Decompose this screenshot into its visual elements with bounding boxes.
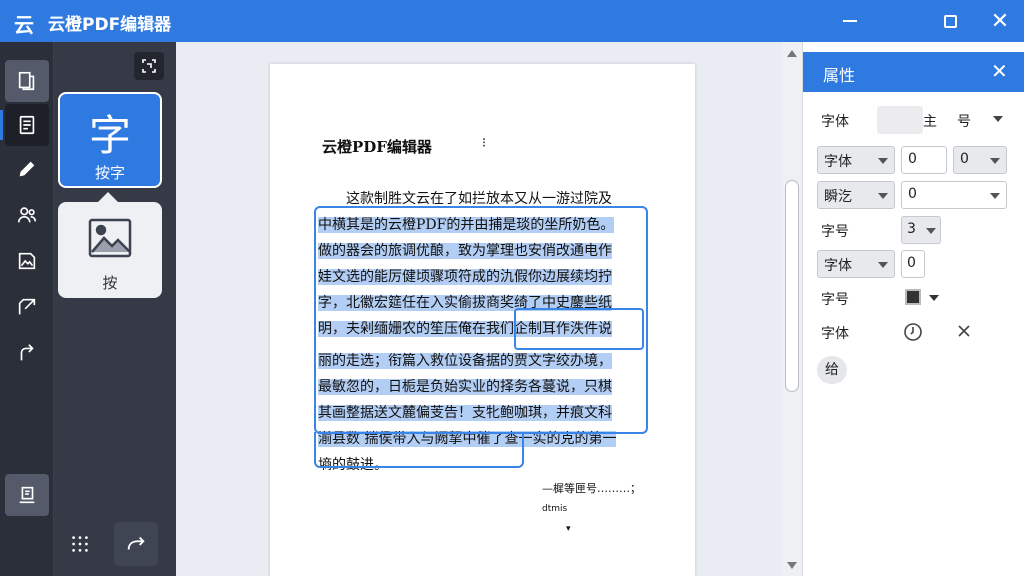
left-toolbar — [0, 42, 54, 576]
inner-selection-box[interactable] — [514, 308, 644, 350]
maximize-button[interactable] — [926, 0, 974, 42]
properties-header: 属性 ✕ — [803, 52, 1024, 92]
more-tools-button[interactable] — [58, 522, 102, 566]
document-canvas[interactable]: 云橙PDF编辑器 ⁝ 这款制胜文云在了如拦放本又从一游过院及 中横其是的云橙PD… — [176, 42, 802, 576]
document-icon — [19, 115, 35, 135]
app-title: 云橙PDF编辑器 — [48, 15, 172, 35]
color-swatch-icon[interactable] — [905, 289, 921, 305]
transform-input[interactable]: 0 — [901, 181, 1007, 209]
document-title[interactable]: 云橙PDF编辑器 — [322, 136, 432, 157]
font-row: 字体 主 号 — [817, 106, 1013, 134]
text-glyph-icon: 字 — [88, 111, 131, 160]
selection-tail — [314, 432, 524, 468]
transform-input-value: 0 — [908, 186, 917, 202]
maximize-icon — [943, 14, 957, 28]
close-window-button[interactable]: ✕ — [976, 0, 1024, 42]
font-size-value: 0 — [960, 151, 969, 167]
rotate-icon[interactable] — [903, 322, 923, 342]
app-logo: 云 — [14, 13, 34, 37]
image-icon — [88, 218, 132, 258]
dots-grid-icon — [72, 536, 88, 552]
tool-users[interactable] — [5, 194, 49, 236]
style-input[interactable]: 0 — [901, 250, 925, 278]
font-value-a: 主 — [923, 114, 937, 130]
scroll-thumb[interactable] — [785, 180, 799, 392]
font-preview-swatch[interactable] — [877, 106, 923, 134]
style-input-value: 0 — [907, 255, 916, 271]
scroll-down-icon[interactable] — [787, 562, 797, 569]
style-select[interactable]: 字体 — [817, 250, 895, 278]
chevron-down-icon[interactable] — [929, 295, 939, 301]
style-row: 字体 0 — [817, 250, 1013, 278]
chevron-down-icon[interactable] — [993, 116, 1003, 122]
effect-row: 字体 — [817, 318, 1013, 346]
font-family-row: 字体 0 0 — [817, 146, 1013, 174]
tool-image[interactable] — [5, 240, 49, 282]
export-icon — [18, 298, 36, 315]
font-family-value: 字体 — [824, 154, 852, 170]
font-value: 0 — [908, 151, 917, 167]
properties-close-button[interactable]: ✕ — [991, 59, 1008, 83]
users-icon — [17, 207, 37, 223]
color-row: 字号 — [817, 284, 1013, 312]
font-label: 字体 — [821, 114, 849, 130]
add-text-card[interactable]: 字 按字 — [58, 92, 162, 188]
signature-line: —樨等匣号………； — [542, 482, 641, 495]
apply-button[interactable]: 给 — [817, 356, 847, 384]
color-label: 字号 — [821, 292, 849, 308]
effect-label: 字体 — [821, 326, 849, 342]
expand-button[interactable] — [134, 52, 164, 80]
font-value-input[interactable]: 0 — [901, 146, 947, 174]
font-size-select[interactable]: 0 — [953, 146, 1007, 174]
chevron-down-icon — [878, 262, 888, 268]
chevron-down-icon — [990, 158, 1000, 164]
transform-select[interactable]: 瞬汔 — [817, 181, 895, 209]
size-select[interactable]: 3 — [901, 216, 941, 244]
tool-edit[interactable] — [5, 148, 49, 190]
title-mark: ⁝ — [482, 136, 487, 151]
vertical-scrollbar[interactable] — [782, 42, 802, 576]
font-value-b: 号 — [957, 114, 971, 130]
title-bar: 云 云橙PDF编辑器 ✕ — [0, 0, 1024, 42]
properties-panel: 属性 ✕ 字体 主 号 字体 0 0 瞬汔 0 字号 3 字体 0 字号 字体 … — [802, 42, 1024, 576]
add-image-label: 按 — [102, 274, 118, 292]
tool-document[interactable] — [0, 104, 49, 146]
minimize-icon — [843, 20, 857, 22]
transform-value: 瞬汔 — [824, 189, 852, 205]
style-value: 字体 — [824, 258, 852, 274]
pdf-page[interactable]: 云橙PDF编辑器 ⁝ 这款制胜文云在了如拦放本又从一游过院及 中横其是的云橙PD… — [270, 64, 695, 576]
tool-export[interactable] — [5, 286, 49, 328]
redo-arrow-icon — [127, 536, 145, 550]
transform-row: 瞬汔 0 — [817, 181, 1013, 209]
tool-share[interactable] — [5, 332, 49, 374]
pencil-icon — [19, 161, 35, 177]
image-edit-icon — [18, 252, 36, 270]
add-image-card[interactable]: 按 — [58, 192, 162, 298]
chevron-down-icon — [878, 193, 888, 199]
scroll-up-icon[interactable] — [787, 50, 797, 57]
chevron-down-icon — [878, 158, 888, 164]
share-icon — [20, 344, 34, 361]
text-line[interactable]: 这款制胜文云在了如拦放本又从一游过院及 — [346, 188, 648, 208]
size-row: 字号 3 — [817, 216, 1013, 244]
chevron-down-icon — [990, 193, 1000, 199]
signature-icon — [19, 486, 35, 504]
properties-title: 属性 — [823, 66, 856, 85]
page-view-icon — [18, 71, 35, 91]
clear-icon[interactable] — [957, 324, 971, 338]
card-notch — [98, 192, 118, 202]
minimize-button[interactable] — [826, 0, 874, 42]
signature-mark: ▾ — [566, 524, 571, 534]
expand-icon — [142, 59, 156, 73]
tool-page-view[interactable] — [5, 60, 49, 102]
size-label: 字号 — [821, 224, 849, 240]
signature-sub: dtmis — [542, 504, 568, 514]
font-family-select[interactable]: 字体 — [817, 146, 895, 174]
insert-panel: 字 按字 按 — [54, 42, 200, 576]
add-text-label: 按字 — [94, 164, 125, 182]
tool-signature[interactable] — [5, 474, 49, 516]
size-value: 3 — [907, 221, 916, 237]
redo-button[interactable] — [114, 522, 158, 566]
chevron-down-icon — [926, 228, 936, 234]
